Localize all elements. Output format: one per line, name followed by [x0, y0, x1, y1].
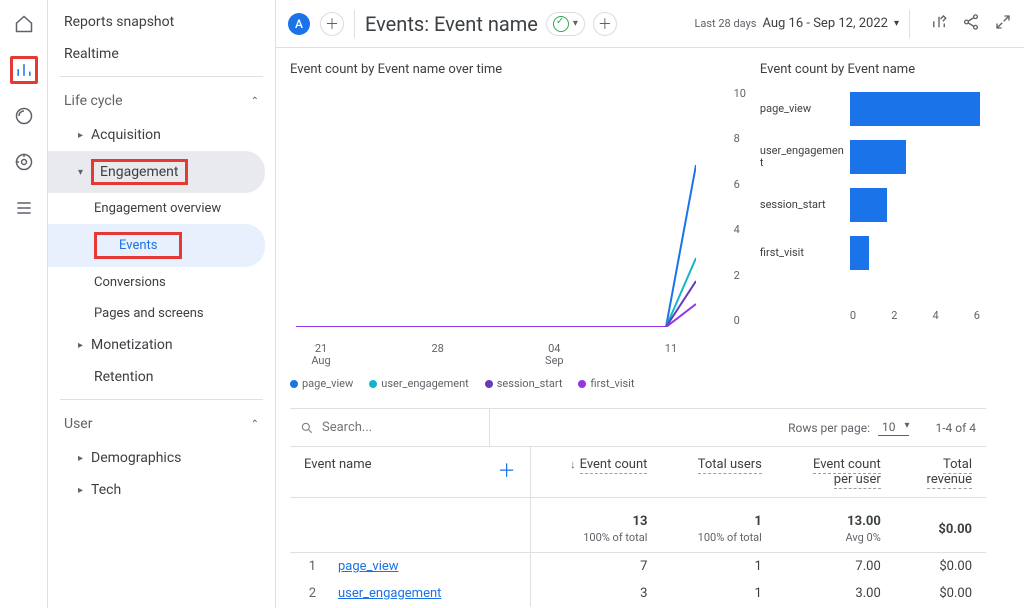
library-icon[interactable]: [10, 194, 38, 222]
events-table-card: Rows per page: 10 1-4 of 4 Event name ＋ …: [290, 408, 986, 607]
date-range-value: Aug 16 - Sep 12, 2022: [762, 16, 888, 31]
sidebar: Reports snapshot Realtime Life cycle ⌃ ▸…: [48, 0, 276, 608]
events-table: Event name ＋ ↓Event count Total users Ev…: [290, 447, 986, 607]
chevron-down-icon: ▾: [894, 18, 899, 29]
chevron-right-icon: ▸: [78, 485, 83, 496]
sidebar-item-reports-snapshot[interactable]: Reports snapshot: [48, 6, 265, 38]
sidebar-item-label: Acquisition: [91, 127, 161, 143]
table-row: 2 user_engagement 3 1 3.00 $0.00: [290, 580, 986, 607]
col-total-revenue[interactable]: Totalrevenue: [895, 447, 986, 498]
chart-title: Event count by Event name: [760, 62, 1024, 77]
chevron-right-icon: ▸: [78, 453, 83, 464]
expand-icon[interactable]: [994, 13, 1012, 35]
sort-desc-icon: ↓: [570, 458, 576, 471]
chevron-down-icon: ▾: [78, 167, 83, 178]
x-axis-ticks: Aug 2121Aug 28 04Sep 11: [296, 343, 696, 367]
sidebar-sub-pages-screens[interactable]: Pages and screens: [48, 298, 265, 329]
chevron-right-icon: ▸: [78, 340, 83, 351]
advertising-icon[interactable]: [10, 148, 38, 176]
col-event-name: Event name ＋: [290, 447, 530, 498]
chart-legend: page_view user_engagement session_start …: [290, 377, 740, 390]
table-toolbar: Rows per page: 10 1-4 of 4: [290, 409, 986, 447]
account-badge[interactable]: A: [288, 13, 310, 35]
sidebar-item-realtime[interactable]: Realtime: [48, 38, 265, 70]
check-icon: [553, 16, 569, 32]
sidebar-item-engagement[interactable]: ▾ Engagement: [48, 151, 265, 193]
sidebar-item-demographics[interactable]: ▸ Demographics: [48, 442, 265, 474]
table-row: 1 page_view 7 1 7.00 $0.00: [290, 553, 986, 581]
sidebar-item-monetization[interactable]: ▸ Monetization: [48, 329, 265, 361]
sidebar-item-label: Monetization: [91, 337, 173, 353]
explore-icon[interactable]: [10, 102, 38, 130]
sidebar-item-label: Demographics: [91, 450, 181, 466]
bar-chart: page_view user_engagement session_start …: [760, 87, 990, 337]
table-search-input[interactable]: [322, 420, 462, 435]
chevron-down-icon: ▾: [573, 18, 578, 29]
sidebar-item-label: Tech: [91, 482, 121, 498]
page-title: Events: Event name: [365, 12, 538, 36]
date-prefix: Last 28 days: [694, 17, 756, 30]
icon-rail: [0, 0, 48, 608]
col-total-users[interactable]: Total users: [661, 447, 775, 498]
home-icon[interactable]: [10, 10, 38, 38]
main: A ＋ Events: Event name ▾ ＋ Last 28 days …: [276, 0, 1024, 608]
sidebar-sub-label: Events: [119, 238, 157, 253]
chevron-up-icon: ⌃: [251, 96, 259, 107]
content: Event count by Event name over time 1086…: [276, 48, 1024, 608]
line-chart: 1086420 Aug 2121Aug 28 04Sep 11: [296, 87, 726, 337]
sidebar-item-label: Engagement: [100, 164, 178, 180]
bar-chart-card: Event count by Event name page_view user…: [760, 62, 1024, 390]
event-link[interactable]: user_engagement: [338, 586, 441, 601]
y-axis-ticks: 1086420: [734, 87, 746, 327]
sidebar-sub-conversions[interactable]: Conversions: [48, 267, 265, 298]
sidebar-sub-events[interactable]: Events: [48, 224, 265, 267]
sidebar-item-acquisition[interactable]: ▸ Acquisition: [48, 119, 265, 151]
add-segment-button[interactable]: ＋: [593, 12, 617, 36]
reports-icon[interactable]: [10, 56, 38, 84]
customize-report-icon[interactable]: [930, 13, 948, 35]
date-range-picker[interactable]: Last 28 days Aug 16 - Sep 12, 2022 ▾: [694, 16, 899, 31]
chevron-right-icon: ▸: [78, 130, 83, 141]
report-status-chip[interactable]: ▾: [546, 12, 585, 36]
chevron-up-icon: ⌃: [251, 419, 259, 430]
rows-per-page-select[interactable]: 10: [878, 420, 910, 436]
add-dimension-button[interactable]: ＋: [498, 457, 516, 483]
section-label: User: [64, 416, 92, 432]
section-label: Life cycle: [64, 93, 123, 109]
pagination-range: 1-4 of 4: [935, 421, 976, 435]
col-event-count[interactable]: ↓Event count: [530, 447, 661, 498]
chart-title: Event count by Event name over time: [290, 62, 740, 77]
sidebar-sub-engagement-overview[interactable]: Engagement overview: [48, 193, 265, 224]
sidebar-item-retention[interactable]: Retention: [48, 361, 265, 393]
topbar: A ＋ Events: Event name ▾ ＋ Last 28 days …: [276, 0, 1024, 48]
sidebar-item-tech[interactable]: ▸ Tech: [48, 474, 265, 506]
search-icon: [300, 421, 314, 435]
sidebar-section-lifecycle[interactable]: Life cycle ⌃: [48, 83, 275, 119]
sidebar-section-user[interactable]: User ⌃: [48, 406, 275, 442]
bar-x-ticks: 0246: [850, 309, 980, 322]
add-comparison-button[interactable]: ＋: [320, 12, 344, 36]
totals-row: 13100% of total 1100% of total 13.00Avg …: [290, 498, 986, 553]
share-icon[interactable]: [962, 13, 980, 35]
line-chart-card: Event count by Event name over time 1086…: [290, 62, 740, 390]
rows-per-page-label: Rows per page:: [788, 421, 870, 435]
event-link[interactable]: page_view: [338, 559, 399, 574]
col-ec-per-user[interactable]: Event countper user: [776, 447, 895, 498]
